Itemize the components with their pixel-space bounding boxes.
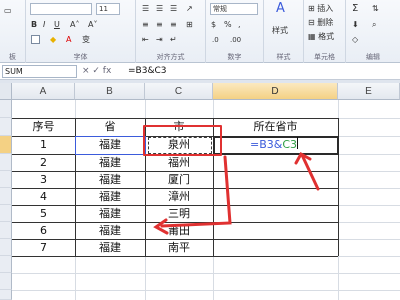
sort-filter-icon[interactable]: ⇅	[372, 4, 379, 14]
increase-indent-icon[interactable]: ⇥	[156, 35, 163, 45]
name-box[interactable]: SUM	[2, 65, 77, 78]
font-shrink-icon[interactable]: A˅	[88, 20, 97, 30]
group-title: 数字	[227, 53, 242, 61]
phonetic-icon[interactable]: 变	[82, 35, 90, 45]
group-title: 样式	[276, 53, 291, 61]
styles-icon[interactable]: A	[276, 2, 285, 15]
autosum-icon[interactable]: Σ	[352, 4, 358, 14]
merge-icon[interactable]: ⊞	[186, 20, 193, 30]
find-icon[interactable]: ⌕	[372, 20, 376, 30]
wrap-text-icon[interactable]: ↵	[170, 35, 177, 45]
styles-button[interactable]: 样式	[272, 26, 288, 36]
comma-icon[interactable]: ,	[238, 20, 241, 30]
annotation-arrows	[153, 151, 320, 235]
underline-icon[interactable]: U	[54, 20, 60, 30]
styles-group: A 样式 样式	[264, 0, 304, 63]
fill-icon[interactable]: ⬇	[352, 20, 359, 30]
align-right-icon[interactable]: ≡	[170, 20, 177, 30]
spreadsheet-grid: A B C D E 序号 省 市 所在省市 1 福建 泉州 2 福建 福州 3 …	[0, 83, 400, 300]
insert-button[interactable]: ⊞ 插入	[308, 4, 333, 14]
currency-icon[interactable]: $	[211, 20, 216, 30]
formula-bar: SUM × ✓ fx =B3&C3	[0, 64, 400, 80]
group-title: 对齐方式	[156, 53, 185, 61]
group-title: 编辑	[366, 53, 380, 61]
border-icon[interactable]	[31, 35, 40, 45]
delete-label: 删除	[317, 18, 334, 27]
group-title: 字体	[73, 53, 88, 61]
font-color-icon[interactable]: A	[66, 35, 71, 45]
delete-button[interactable]: ⊟ 删除	[308, 18, 333, 28]
align-center-icon[interactable]: ≡	[156, 20, 163, 30]
paste-icon[interactable]: ▭	[4, 6, 12, 16]
decrease-decimal-icon[interactable]: .00	[230, 35, 241, 45]
clear-icon[interactable]: ◇	[352, 35, 358, 45]
insert-label: 插入	[317, 4, 334, 13]
clipboard-group: ▭ 板	[0, 0, 26, 63]
format-label: 格式	[318, 32, 335, 41]
formula-icons[interactable]: × ✓ fx	[82, 65, 111, 78]
fill-color-icon[interactable]: ◆	[50, 35, 56, 45]
format-button[interactable]: ▦ 格式	[308, 32, 334, 42]
align-bottom-icon[interactable]: ☰	[170, 4, 177, 14]
decrease-indent-icon[interactable]: ⇤	[142, 35, 149, 45]
formula-input[interactable]: =B3&C3	[128, 65, 166, 78]
group-title: 单元格	[314, 53, 335, 61]
font-group: 11 B I U A˄ A˅ ◆ A 变 字体	[26, 0, 136, 63]
cells-group: ⊞ 插入 ⊟ 删除 ▦ 格式 单元格	[304, 0, 346, 63]
increase-decimal-icon[interactable]: .0	[212, 35, 219, 45]
align-left-icon[interactable]: ≡	[142, 20, 149, 30]
align-top-icon[interactable]: ☰	[142, 4, 149, 14]
editing-group: Σ ⇅ ⬇ ⌕ ◇ 编辑	[346, 0, 400, 63]
font-name-combo[interactable]	[30, 3, 92, 15]
font-size-combo[interactable]: 11	[96, 3, 120, 15]
group-title: 板	[9, 53, 16, 61]
ribbon: ▭ 板 11 B I U A˄ A˅ ◆ A 变 字体 ☰ ☰ ☰ ↗ ≡ ≡ …	[0, 0, 400, 63]
alignment-group: ☰ ☰ ☰ ↗ ≡ ≡ ≡ ⊞ ⇤ ⇥ ↵ 对齐方式	[136, 0, 206, 63]
bold-icon[interactable]: B	[31, 20, 37, 30]
orientation-icon[interactable]: ↗	[186, 4, 193, 14]
number-format-combo[interactable]: 常规	[210, 3, 258, 15]
number-group: 常规 $ % , .0 .00 数字	[206, 0, 264, 63]
percent-icon[interactable]: %	[224, 20, 232, 30]
font-grow-icon[interactable]: A˄	[70, 20, 79, 30]
italic-icon[interactable]: I	[43, 20, 45, 30]
align-middle-icon[interactable]: ☰	[156, 4, 163, 14]
arrow-to-city-cell	[160, 155, 232, 228]
